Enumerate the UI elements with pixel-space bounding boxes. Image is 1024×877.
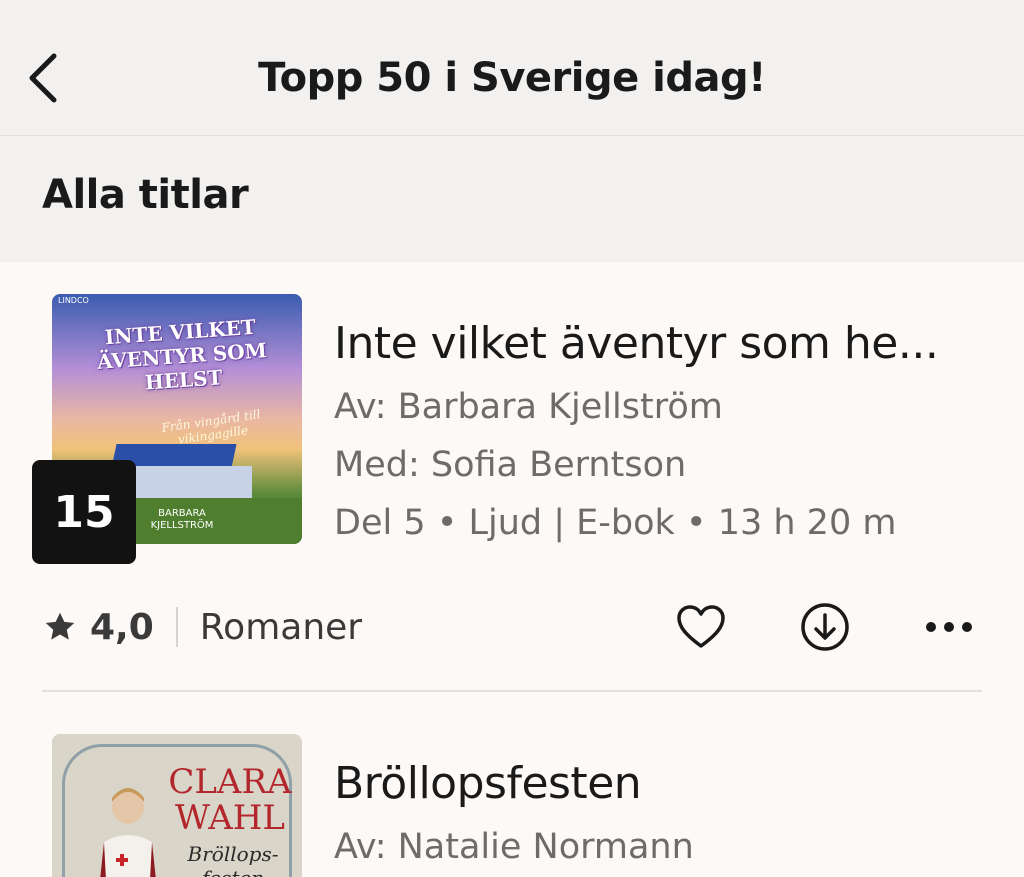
cover-author: BARBARA KJELLSTRÖM xyxy=(150,508,214,531)
heart-icon xyxy=(677,605,725,648)
download-button[interactable] xyxy=(798,600,852,654)
separator xyxy=(175,607,178,647)
book-details: Del 5 • Ljud | E-bok • 13 h 20 m xyxy=(334,503,897,543)
favorite-button[interactable] xyxy=(674,600,728,654)
section-header: Alla titlar xyxy=(0,136,1024,262)
cover-title: INTE VILKET ÄVENTYR SOM HELST xyxy=(96,314,268,395)
book-title[interactable]: Inte vilket äventyr som he... xyxy=(334,316,939,372)
divider xyxy=(42,690,982,692)
cover-illustration xyxy=(100,788,156,877)
cover-author: CLARA WAHL xyxy=(168,762,292,838)
more-icon xyxy=(926,622,972,632)
top-bar: Topp 50 i Sverige idag! xyxy=(0,0,1024,136)
more-button[interactable] xyxy=(922,600,976,654)
rating-row: 4,0 Romaner xyxy=(42,602,362,652)
book-author: Av: Barbara Kjellström xyxy=(334,387,723,427)
star-icon xyxy=(45,612,75,640)
rating-value: 4,0 xyxy=(90,606,154,648)
download-icon xyxy=(801,603,849,651)
cover-title: Bröllops-festen xyxy=(187,842,279,877)
genre-label: Romaner xyxy=(199,606,363,648)
book-narrator: Med: Sofia Berntson xyxy=(334,445,687,485)
book-author: Av: Natalie Normann xyxy=(334,827,694,867)
book-list: LINDCO INTE VILKET ÄVENTYR SOM HELST Frå… xyxy=(0,262,1024,877)
page-title: Topp 50 i Sverige idag! xyxy=(258,55,766,101)
rank-badge: 15 xyxy=(32,460,136,564)
book-cover[interactable]: CLARA WAHL Bröllops-festen xyxy=(52,734,302,877)
section-title: Alla titlar xyxy=(42,172,249,218)
book-title[interactable]: Bröllopsfesten xyxy=(334,756,642,812)
cover-publisher: LINDCO xyxy=(58,296,89,305)
